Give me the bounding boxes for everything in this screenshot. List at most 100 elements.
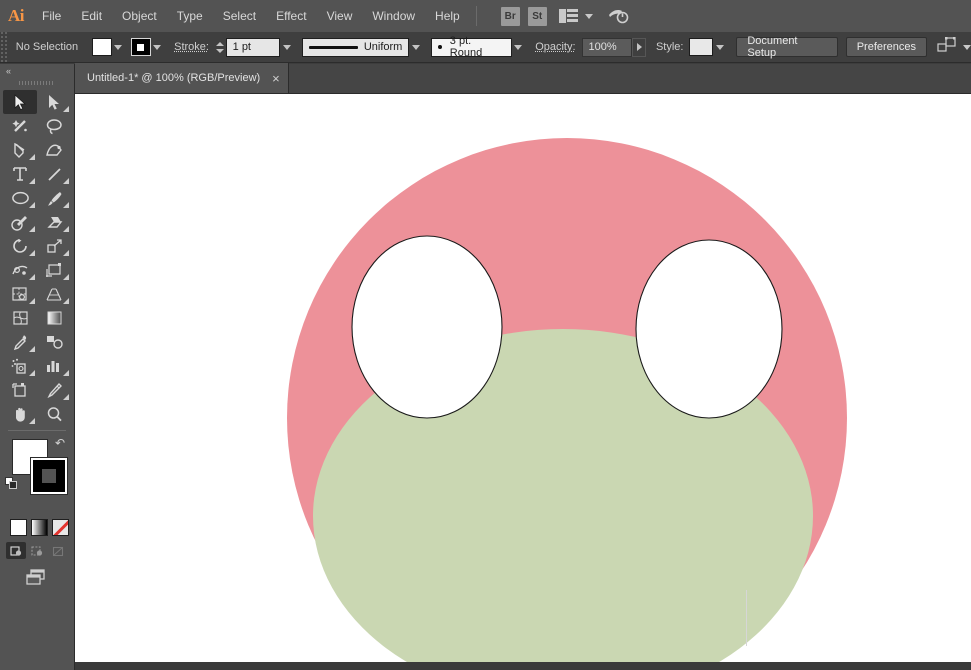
blend-tool[interactable] (37, 330, 71, 354)
tool-flyout-indicator (63, 202, 69, 208)
fill-stroke-controls: ↶ (4, 437, 72, 515)
stroke-swatch-dropdown-icon[interactable] (151, 38, 165, 56)
opacity-expand-icon[interactable] (632, 38, 646, 57)
tool-flyout-indicator (29, 298, 35, 304)
draw-inside-button[interactable] (48, 542, 68, 559)
artboard-tool[interactable] (3, 378, 37, 402)
scale-tool[interactable] (37, 234, 71, 258)
zoom-tool[interactable] (37, 402, 71, 426)
eraser-tool[interactable] (37, 210, 71, 234)
perspective-grid-tool[interactable] (37, 282, 71, 306)
menu-item-file[interactable]: File (32, 0, 71, 32)
preferences-button[interactable]: Preferences (846, 37, 927, 57)
pen-tool[interactable] (3, 138, 37, 162)
graphic-style-dropdown-icon[interactable] (713, 38, 727, 56)
graphic-style-swatch[interactable] (689, 38, 712, 56)
stock-icon[interactable]: St (528, 7, 547, 26)
draw-normal-button[interactable] (6, 542, 26, 559)
right-eye-ellipse (636, 240, 782, 418)
ellipse-tool[interactable] (3, 186, 37, 210)
stroke-weight-field[interactable]: 1 pt (226, 38, 281, 57)
control-bar: No Selection Stroke: 1 pt Uniform 3 pt. … (0, 32, 971, 63)
menu-item-effect[interactable]: Effect (266, 0, 316, 32)
type-tool[interactable] (3, 162, 37, 186)
fill-swatch-dropdown-icon[interactable] (112, 38, 126, 56)
tool-flyout-indicator (63, 298, 69, 304)
tool-flyout-indicator (29, 346, 35, 352)
none-mode-button[interactable] (52, 519, 69, 536)
align-transform-icon[interactable] (937, 36, 957, 59)
symbol-sprayer-tool[interactable] (3, 354, 37, 378)
mesh-tool[interactable] (3, 306, 37, 330)
width-tool[interactable] (3, 258, 37, 282)
menu-item-view[interactable]: View (317, 0, 363, 32)
gradient-tool[interactable] (37, 306, 71, 330)
slice-tool[interactable] (37, 378, 71, 402)
shaper-tool[interactable] (3, 210, 37, 234)
default-fill-stroke-icon[interactable] (5, 477, 18, 490)
selection-status-label: No Selection (16, 41, 78, 53)
arrange-documents-icon[interactable] (559, 9, 579, 23)
collapse-panel-icon[interactable]: « (0, 64, 74, 78)
magic-wand-tool[interactable] (3, 114, 37, 138)
menu-item-type[interactable]: Type (167, 0, 213, 32)
screen-mode-row (0, 567, 74, 592)
align-options-chevron-icon[interactable] (963, 45, 971, 50)
tools-panel: « (0, 64, 75, 670)
tool-flyout-indicator (63, 274, 69, 280)
stroke-profile-dropdown-icon[interactable] (409, 38, 423, 56)
stroke-weight-stepper[interactable] (215, 38, 226, 56)
line-segment-tool[interactable] (37, 162, 71, 186)
menu-divider (476, 6, 477, 26)
brush-definition-field[interactable]: 3 pt. Round (431, 38, 512, 57)
menu-item-window[interactable]: Window (362, 0, 425, 32)
style-label: Style: (656, 41, 684, 53)
search-adobe-stock-icon[interactable] (607, 6, 629, 26)
column-graph-tool[interactable] (37, 354, 71, 378)
tools-panel-grip[interactable] (0, 78, 74, 88)
draw-behind-button[interactable] (27, 542, 47, 559)
paintbrush-tool[interactable] (37, 186, 71, 210)
hand-tool[interactable] (3, 402, 37, 426)
gradient-mode-button[interactable] (31, 519, 48, 536)
frog-face-illustration[interactable] (75, 94, 971, 670)
swap-fill-stroke-icon[interactable]: ↶ (55, 437, 69, 451)
fill-color-swatch[interactable] (92, 38, 111, 56)
stroke-color-indicator[interactable] (31, 458, 67, 494)
tool-flyout-indicator (29, 202, 35, 208)
stroke-profile-field[interactable]: Uniform (302, 38, 409, 57)
brush-definition-dropdown-icon[interactable] (512, 38, 526, 56)
lasso-tool[interactable] (37, 114, 71, 138)
brush-preview-icon (438, 45, 442, 49)
opacity-field[interactable]: 100% (582, 38, 633, 57)
close-icon[interactable]: × (272, 72, 280, 85)
menu-item-edit[interactable]: Edit (71, 0, 112, 32)
rotate-tool[interactable] (3, 234, 37, 258)
curvature-tool[interactable] (37, 138, 71, 162)
color-mode-button[interactable] (10, 519, 27, 536)
tool-flyout-indicator (29, 370, 35, 376)
document-canvas[interactable] (75, 94, 971, 670)
stroke-weight-dropdown-icon[interactable] (280, 38, 294, 56)
document-tab-bar: Untitled-1* @ 100% (RGB/Preview) × (75, 64, 971, 94)
control-bar-grip[interactable] (0, 32, 8, 63)
chevron-down-icon[interactable] (585, 14, 593, 19)
tool-flyout-indicator (63, 250, 69, 256)
eyedropper-tool[interactable] (3, 330, 37, 354)
document-tab[interactable]: Untitled-1* @ 100% (RGB/Preview) × (75, 63, 289, 93)
stroke-weight-label: Stroke: (174, 41, 209, 53)
menu-item-object[interactable]: Object (112, 0, 167, 32)
selection-tool[interactable] (3, 90, 37, 114)
change-screen-mode-button[interactable] (23, 567, 51, 592)
bridge-icon[interactable]: Br (501, 7, 520, 26)
tool-flyout-indicator (63, 370, 69, 376)
menu-item-help[interactable]: Help (425, 0, 470, 32)
free-transform-tool[interactable] (37, 258, 71, 282)
shape-builder-tool[interactable] (3, 282, 37, 306)
tool-flyout-indicator (63, 178, 69, 184)
document-setup-button[interactable]: Document Setup (736, 37, 837, 57)
tool-flyout-indicator (63, 106, 69, 112)
menu-item-select[interactable]: Select (213, 0, 266, 32)
direct-selection-tool[interactable] (37, 90, 71, 114)
stroke-color-swatch[interactable] (131, 38, 150, 56)
